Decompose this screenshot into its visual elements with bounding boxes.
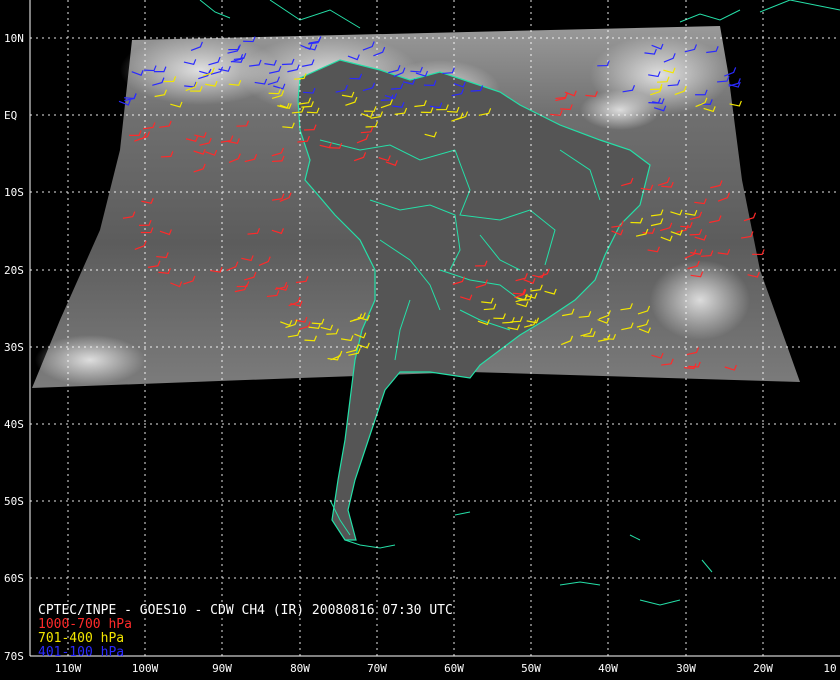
lon-label: 100W	[131, 662, 159, 675]
lat-label: 70S	[4, 650, 24, 663]
lon-label: 10	[823, 662, 837, 675]
lon-label: 40W	[598, 662, 618, 675]
caption-title: CPTEC/INPE - GOES10 - CDW CH4 (IR) 20080…	[38, 603, 453, 618]
lat-label: 10N	[4, 32, 24, 45]
legend-high-level: 401-100 hPa	[38, 645, 125, 660]
lon-label: 30W	[676, 662, 696, 675]
lat-label: 30S	[4, 341, 24, 354]
lon-label: 20W	[753, 662, 773, 675]
lat-label: 60S	[4, 572, 24, 585]
map-caption: CPTEC/INPE - GOES10 - CDW CH4 (IR) 20080…	[38, 604, 453, 660]
lon-label: 70W	[367, 662, 387, 675]
lon-label: 60W	[444, 662, 464, 675]
legend-mid-level: 701-400 hPa	[38, 631, 125, 646]
legend-low-level: 1000-700 hPa	[38, 617, 132, 632]
lon-label: 110W	[54, 662, 82, 675]
lon-label: 80W	[290, 662, 310, 675]
lat-label: EQ	[4, 109, 18, 122]
lat-label: 20S	[4, 264, 24, 277]
satellite-map	[29, 0, 840, 657]
lat-label: 50S	[4, 495, 24, 508]
lon-label: 50W	[521, 662, 541, 675]
lat-label: 10S	[4, 186, 24, 199]
lat-label: 40S	[4, 418, 24, 431]
lon-label: 90W	[212, 662, 232, 675]
